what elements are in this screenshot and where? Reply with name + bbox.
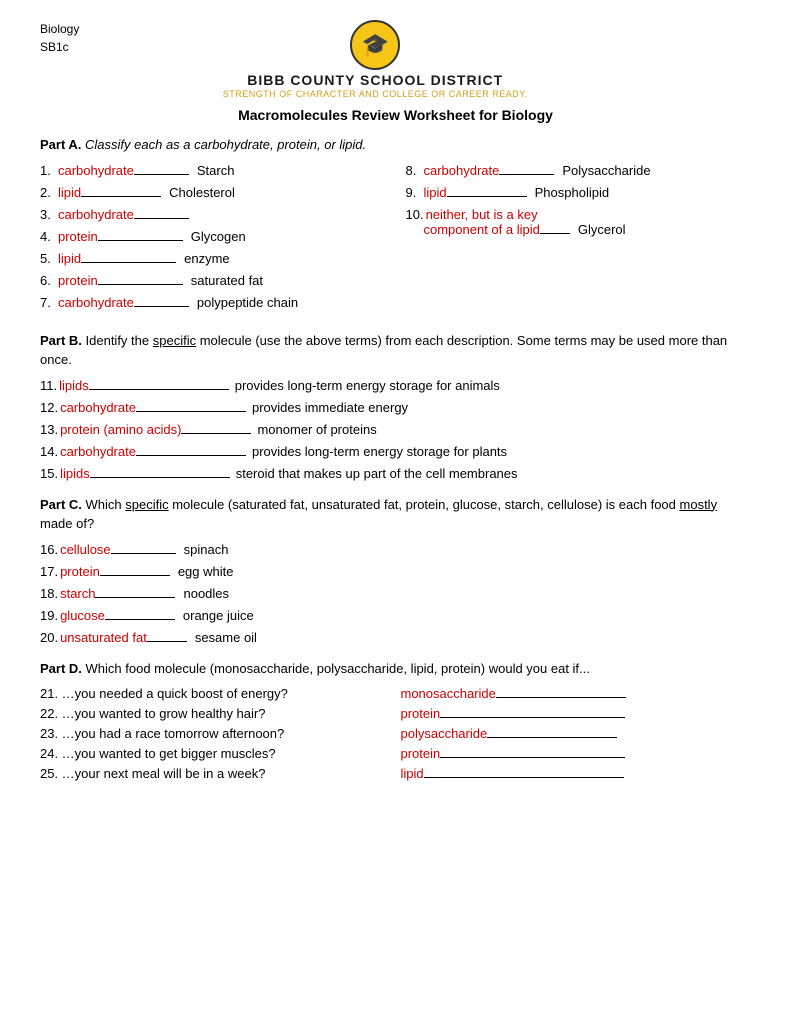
part-a-grid: 1. carbohydrate Starch 2. lipid Choleste… (40, 163, 751, 317)
page-header: Biology SB1c 🎓 BIBB COUNTY SCHOOL DISTRI… (40, 20, 751, 99)
list-item: 11. lipids provides long-term energy sto… (40, 378, 751, 393)
subject-label: Biology (40, 20, 79, 38)
part-c-section: Part C. Which specific molecule (saturat… (40, 495, 751, 645)
list-item: 19. glucose orange juice (40, 608, 751, 623)
part-a-subtitle: Classify each as a carbohydrate, protein… (81, 137, 366, 152)
part-d-section: Part D. Which food molecule (monosacchar… (40, 659, 751, 782)
list-item: 17. protein egg white (40, 564, 751, 579)
list-item: 5. lipid enzyme (40, 251, 386, 266)
list-item: 21. …you needed a quick boost of energy?… (40, 686, 751, 701)
part-b-title: Part B. Identify the specific molecule (… (40, 331, 751, 370)
list-item: 23. …you had a race tomorrow afternoon? … (40, 726, 751, 741)
list-item: 24. …you wanted to get bigger muscles? p… (40, 746, 751, 761)
part-b-section: Part B. Identify the specific molecule (… (40, 331, 751, 481)
list-item: 13. protein (amino acids) monomer of pro… (40, 422, 751, 437)
part-d-title: Part D. Which food molecule (monosacchar… (40, 659, 751, 679)
list-item: 7. carbohydrate polypeptide chain (40, 295, 386, 310)
list-item: 12. carbohydrate provides immediate ener… (40, 400, 751, 415)
logo-container: 🎓 BIBB COUNTY SCHOOL DISTRICT STRENGTH O… (223, 20, 528, 99)
part-a-left: 1. carbohydrate Starch 2. lipid Choleste… (40, 163, 386, 317)
list-item: 6. protein saturated fat (40, 273, 386, 288)
course-label: SB1c (40, 38, 79, 56)
header-left: Biology SB1c (40, 20, 79, 56)
header-center: 🎓 BIBB COUNTY SCHOOL DISTRICT STRENGTH O… (79, 20, 671, 99)
part-a-bold: Part A. (40, 137, 81, 152)
district-subtitle: STRENGTH OF CHARACTER AND COLLEGE OR CAR… (223, 89, 528, 99)
graduation-cap-icon: 🎓 (361, 32, 388, 58)
district-name: BIBB COUNTY SCHOOL DISTRICT (247, 72, 503, 88)
list-item: 8. carbohydrate Polysaccharide (406, 163, 752, 178)
part-a-right: 8. carbohydrate Polysaccharide 9. lipid … (406, 163, 752, 317)
list-item: 15. lipids steroid that makes up part of… (40, 466, 751, 481)
list-item: 4. protein Glycogen (40, 229, 386, 244)
list-item: 2. lipid Cholesterol (40, 185, 386, 200)
part-a-section: Part A. Classify each as a carbohydrate,… (40, 135, 751, 317)
school-logo: 🎓 (350, 20, 400, 70)
list-item: 20. unsaturated fat sesame oil (40, 630, 751, 645)
list-item: 18. starch noodles (40, 586, 751, 601)
list-item: 25. …your next meal will be in a week? l… (40, 766, 751, 781)
list-item: 22. …you wanted to grow healthy hair? pr… (40, 706, 751, 721)
part-a-title: Part A. Classify each as a carbohydrate,… (40, 135, 751, 155)
list-item: 3. carbohydrate (40, 207, 386, 222)
list-item: 9. lipid Phospholipid (406, 185, 752, 200)
list-item: 16. cellulose spinach (40, 542, 751, 557)
list-item: 14. carbohydrate provides long-term ener… (40, 444, 751, 459)
list-item: 10. neither, but is a key component of a… (406, 207, 752, 237)
list-item: 1. carbohydrate Starch (40, 163, 386, 178)
part-c-title: Part C. Which specific molecule (saturat… (40, 495, 751, 534)
page-title: Macromolecules Review Worksheet for Biol… (40, 107, 751, 123)
